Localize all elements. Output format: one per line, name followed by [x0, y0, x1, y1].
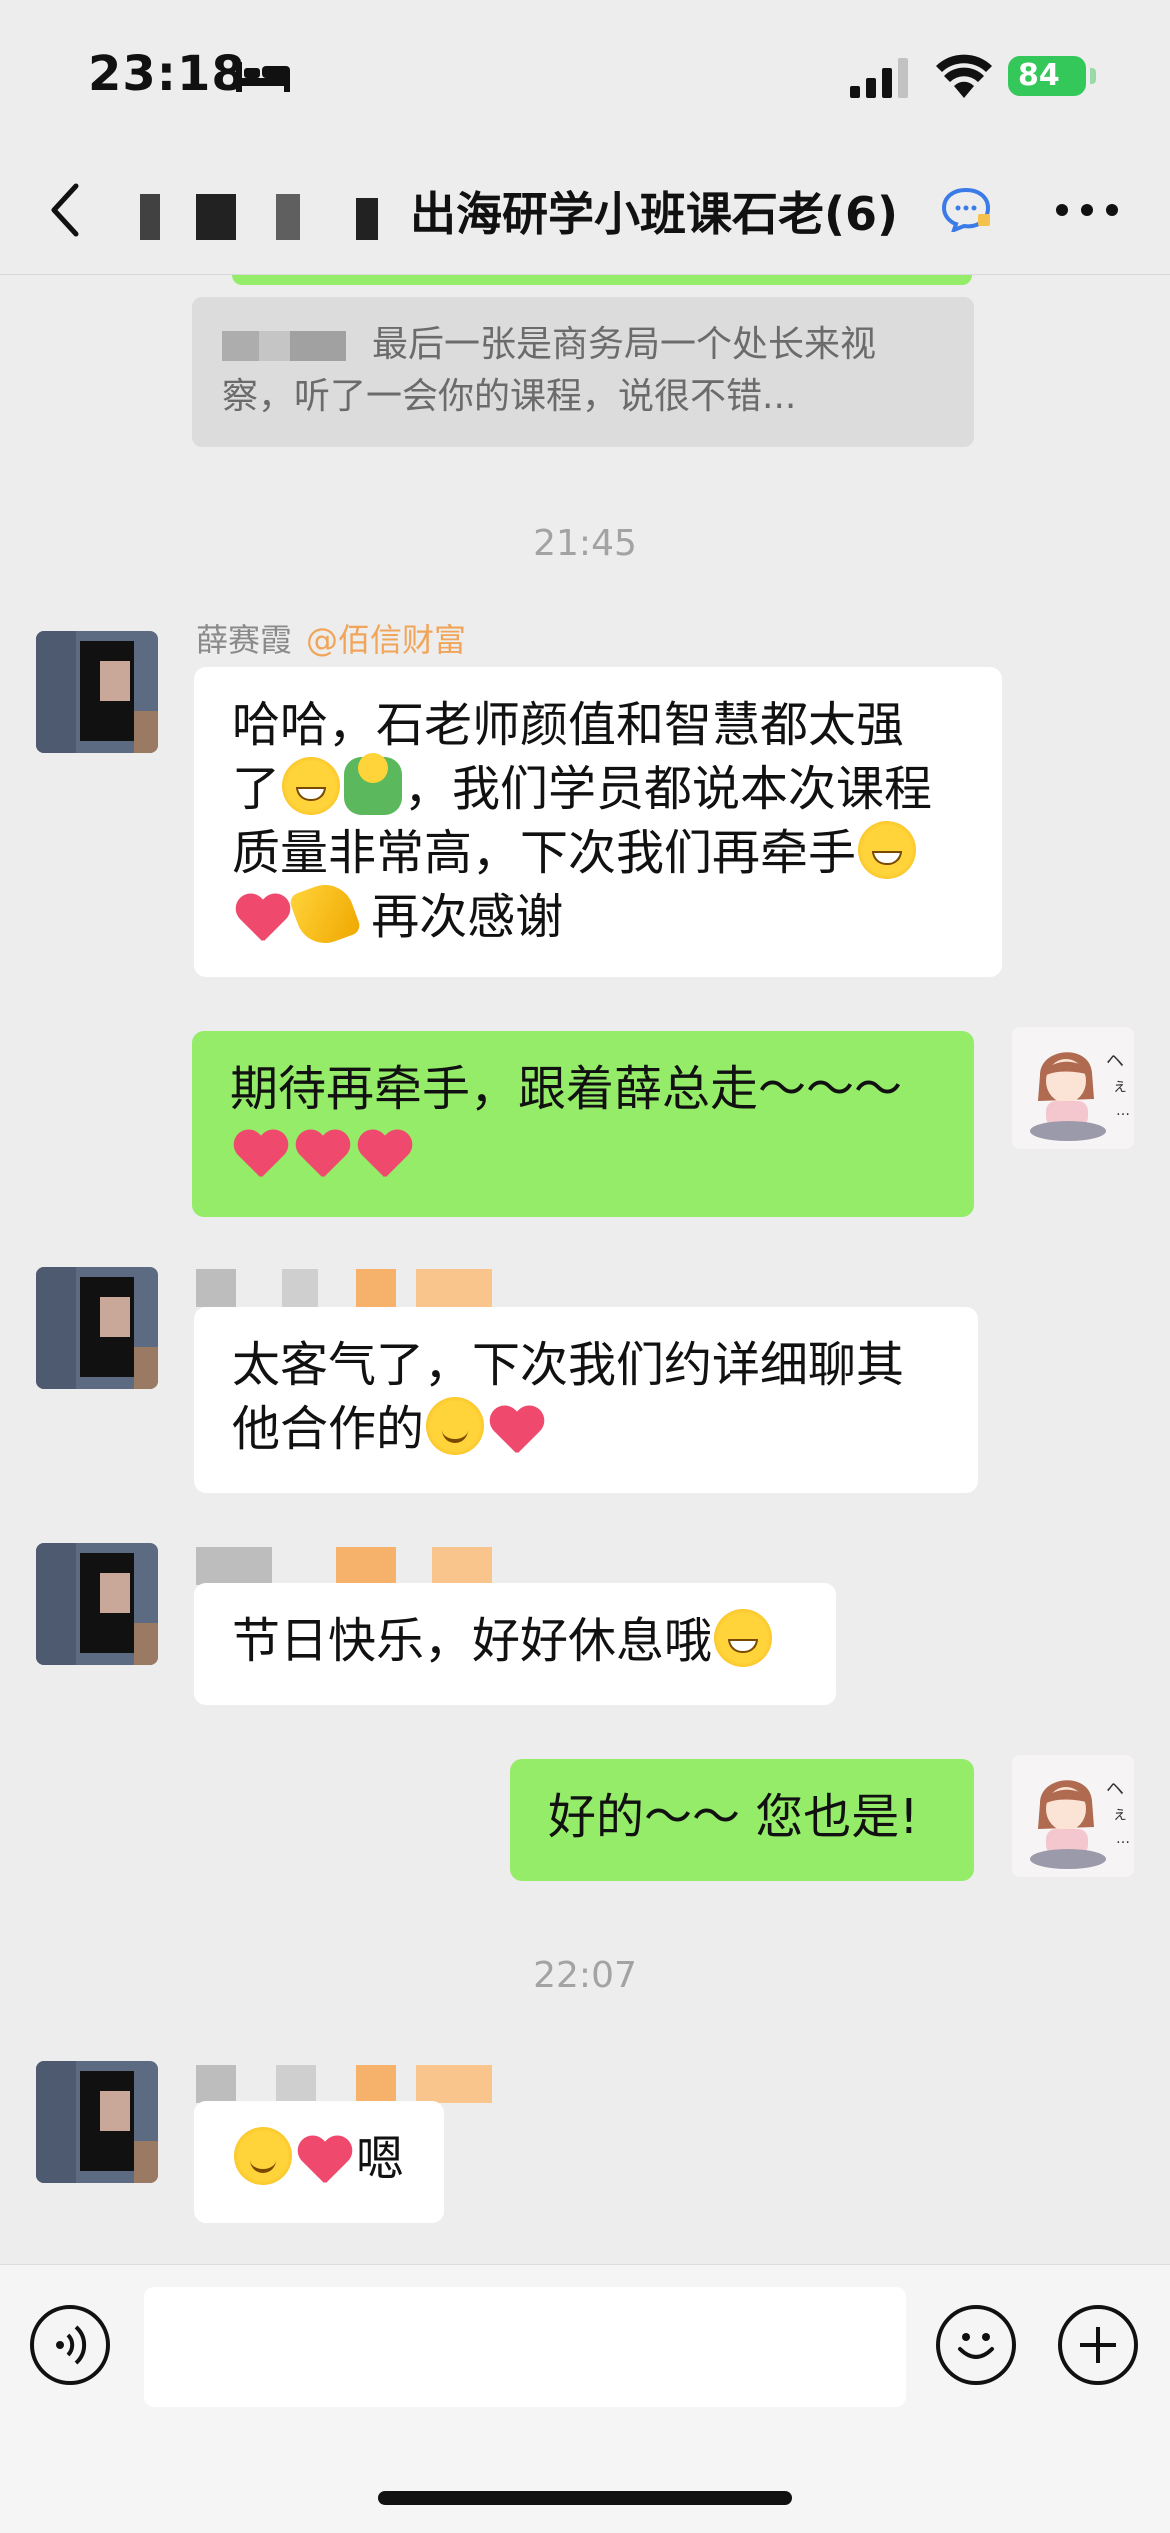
message-bubble[interactable]: 嗯: [194, 2101, 444, 2223]
message-text: 节日快乐，好好休息哦: [232, 1613, 713, 1669]
home-indicator[interactable]: [378, 2491, 792, 2505]
plus-icon[interactable]: [1058, 2305, 1138, 2385]
sender-name-text: 薛赛霞: [196, 621, 293, 659]
hug-emoji-icon: [344, 753, 403, 815]
input-bar: [0, 2264, 1170, 2533]
message-text: 再次感谢: [356, 889, 564, 945]
svg-text:…: …: [1116, 1831, 1130, 1847]
emoji-icon[interactable]: [936, 2305, 1016, 2385]
grin-emoji-icon: [714, 1609, 773, 1667]
timestamp: 21:45: [533, 523, 637, 564]
more-icon[interactable]: [1052, 200, 1122, 220]
timestamp: 22:07: [533, 1955, 637, 1996]
heart-emoji-icon: [296, 2131, 354, 2185]
avatar[interactable]: [36, 1543, 158, 1665]
message-line: 哈哈，石老师颜值和智慧都太强: [232, 697, 905, 753]
voice-icon[interactable]: [30, 2305, 110, 2385]
battery-indicator: 84: [1008, 56, 1086, 96]
message-line: 了 ，我们学员都说本次课程: [232, 753, 964, 821]
message-line: 期待再牵手，跟着薛总走～～～: [230, 1061, 903, 1117]
sender-name: 薛赛霞 @佰信财富: [196, 615, 466, 661]
chat-header: 出海研学小班课石老(6): [0, 150, 1170, 275]
status-bar: 23:18 84: [0, 0, 1170, 150]
wifi-icon: [936, 54, 992, 98]
message-line: 节日快乐，好好休息哦: [232, 1609, 798, 1673]
chevron-left-icon[interactable]: [46, 180, 86, 240]
chat-title[interactable]: 出海研学小班课石老(6): [410, 178, 898, 244]
battery-tip: [1090, 68, 1096, 84]
smile-emoji-icon: [234, 2127, 292, 2185]
message-bubble[interactable]: 太客气了，下次我们约详细聊其 他合作的: [194, 1307, 978, 1493]
message-line: 嗯: [232, 2127, 406, 2191]
avatar[interactable]: [36, 631, 158, 753]
blurred-prefix: [136, 194, 396, 240]
message-input[interactable]: [144, 2287, 906, 2407]
message-bubble[interactable]: 节日快乐，好好休息哦: [194, 1583, 836, 1705]
message-bubble[interactable]: 哈哈，石老师颜值和智慧都太强 了 ，我们学员都说本次课程 质量非常高，下次我们再牵…: [194, 667, 1002, 977]
message-text: 了: [232, 761, 281, 817]
message-line: 他合作的: [232, 1397, 940, 1461]
sender-org: @佰信财富: [306, 621, 467, 659]
my-avatar[interactable]: ヘ ぇ …: [1012, 1755, 1134, 1877]
svg-text:ヘ: ヘ: [1106, 1051, 1124, 1072]
sender-name-blurred: [196, 1269, 496, 1307]
previous-bubble-edge: [232, 275, 972, 285]
my-avatar[interactable]: ヘ ぇ …: [1012, 1027, 1134, 1149]
sleep-focus-icon: [236, 62, 290, 92]
quoted-message[interactable]: 最后一张是商务局一个处长来视察，听了一会你的课程，说很不错...: [192, 297, 974, 447]
girl-sticker-icon: ヘ ぇ …: [1030, 1051, 1130, 1141]
grin-emoji-icon: [858, 821, 917, 879]
svg-text:ぇ: ぇ: [1112, 1804, 1128, 1823]
message-line: 太客气了，下次我们约详细聊其: [232, 1337, 905, 1393]
svg-text:ヘ: ヘ: [1106, 1779, 1124, 1800]
avatar[interactable]: [36, 1267, 158, 1389]
message-line: 再次感谢: [232, 876, 964, 952]
signal-icon: [850, 58, 908, 98]
heart-emoji-icon: [294, 1125, 352, 1179]
heart-emoji-icon: [488, 1401, 546, 1455]
grin-emoji-icon: [282, 757, 341, 815]
svg-text:…: …: [1116, 1103, 1130, 1119]
group-chat-icon[interactable]: [940, 186, 992, 232]
message-list[interactable]: 最后一张是商务局一个处长来视察，听了一会你的课程，说很不错... 21:45 薛…: [0, 275, 1170, 2265]
smile-emoji-icon: [426, 1397, 485, 1455]
avatar[interactable]: [36, 2061, 158, 2183]
message-text: ，我们学员都说本次课程: [404, 761, 933, 817]
sender-name-blurred: [196, 1547, 496, 1585]
sender-name-blurred: [196, 2065, 496, 2103]
heart-emoji-icon: [232, 1125, 290, 1179]
message-line: 质量非常高，下次我们再牵手: [232, 821, 964, 885]
message-text: 质量非常高，下次我们再牵手: [232, 825, 857, 881]
my-message-bubble[interactable]: 期待再牵手，跟着薛总走～～～: [192, 1031, 974, 1217]
status-time: 23:18: [88, 46, 246, 102]
handshake-emoji-icon: [287, 876, 363, 952]
message-line: 好的～～ 您也是!: [548, 1789, 919, 1845]
svg-text:ぇ: ぇ: [1112, 1076, 1128, 1095]
heart-emoji-icon: [234, 889, 292, 943]
message-line: [230, 1121, 936, 1185]
quote-blurred-name: [222, 331, 346, 361]
heart-emoji-icon: [356, 1125, 414, 1179]
my-message-bubble[interactable]: 好的～～ 您也是!: [510, 1759, 974, 1881]
message-text: 他合作的: [232, 1401, 425, 1457]
girl-sticker-icon: ヘ ぇ …: [1030, 1779, 1130, 1869]
message-text: 嗯: [356, 2131, 405, 2187]
